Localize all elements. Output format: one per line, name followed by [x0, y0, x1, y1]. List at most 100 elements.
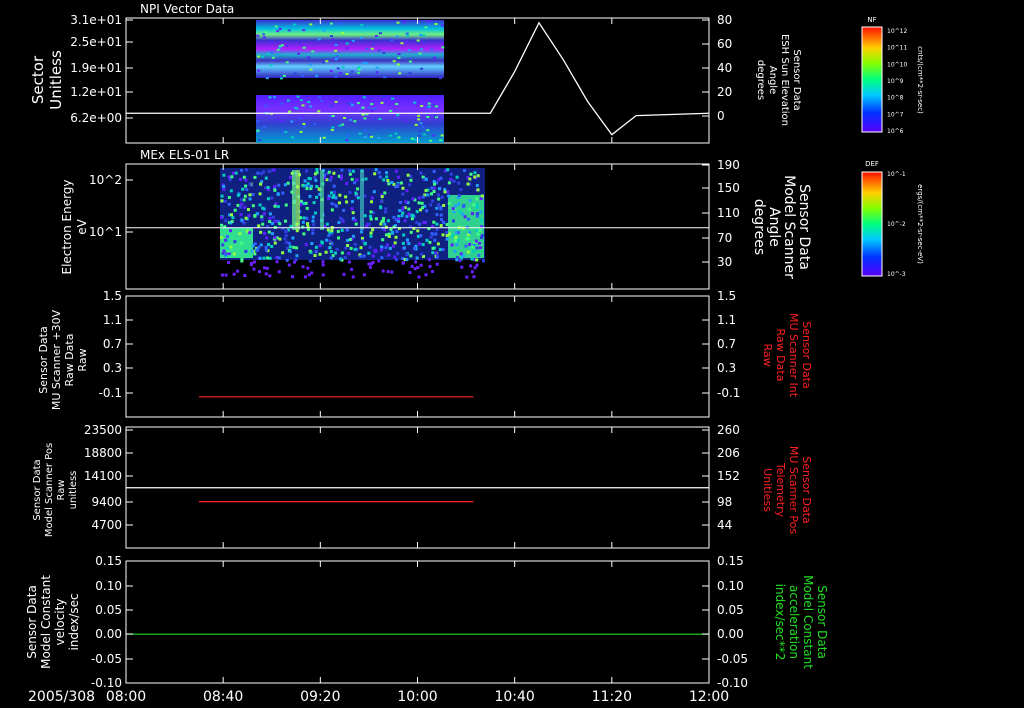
right-tick-label: 30	[717, 255, 732, 269]
colorbar-nf-label: 10^9	[887, 78, 904, 85]
right-tick-label: 150	[717, 181, 740, 195]
left-tick-label: 9400	[91, 495, 122, 509]
colorbar-nf-label: 10^8	[887, 95, 904, 102]
colorbar-nf-title: NF	[867, 16, 876, 24]
svg-text:Model Scanner Pos: Model Scanner Pos	[44, 443, 55, 537]
colorbar-def-label: 10^-1	[887, 171, 906, 178]
svg-text:Raw Data: Raw Data	[63, 334, 76, 387]
svg-text:MU Scanner +30V: MU Scanner +30V	[50, 309, 63, 410]
svg-text:Sensor Data: Sensor Data	[815, 585, 829, 659]
right-tick-label: 1.1	[717, 313, 736, 327]
colorbar-def-label: 10^-2	[887, 221, 906, 228]
svg-text:Model Constant: Model Constant	[801, 575, 815, 669]
svg-text:degrees: degrees	[751, 199, 767, 255]
left-tick-label: 1.1	[103, 313, 122, 327]
left-tick-label: 23500	[84, 423, 122, 437]
panel5-frame	[125, 560, 710, 684]
right-tick-label: -0.10	[717, 676, 748, 690]
left-tick-label: 18800	[84, 446, 122, 460]
chart-canvas: NPI Vector Data MEx ELS-01 LR Sector Uni…	[25, 2, 924, 705]
right-tick-label: 0.05	[717, 603, 744, 617]
svg-text:Angle: Angle	[766, 207, 782, 247]
left-tick-label: 2.5e+01	[70, 35, 122, 49]
svg-text:unitless: unitless	[68, 471, 79, 510]
svg-text:Raw: Raw	[56, 479, 67, 500]
svg-text:Unitless: Unitless	[47, 50, 65, 110]
svg-text:Electron Energy: Electron Energy	[60, 179, 74, 274]
right-tick-label: 0.7	[717, 337, 736, 351]
left-tick-label: 0.05	[95, 603, 122, 617]
colorbar-nf-label: 10^6	[887, 128, 904, 135]
left-tick-label: 1.2e+01	[70, 85, 122, 99]
svg-text:Raw: Raw	[761, 343, 774, 366]
panel5-right-label: Sensor Data Model Constant acceleration …	[773, 575, 829, 669]
right-tick-label: 1.5	[717, 289, 736, 303]
svg-text:Sensor Data: Sensor Data	[796, 184, 812, 270]
time-tick-label: 08:00	[106, 689, 146, 705]
right-tick-label: -0.05	[717, 652, 748, 666]
svg-text:Sector: Sector	[29, 55, 47, 104]
right-tick-label: 0.3	[717, 361, 736, 375]
svg-text:Sensor Data: Sensor Data	[25, 585, 39, 659]
colorbar-nf: NF cnts/(cm**2-sr-sec) 10^12 10^11 10^10 10…	[861, 16, 924, 135]
svg-text:Sensor Data: Sensor Data	[800, 321, 813, 388]
right-tick-label: 0.00	[717, 627, 744, 641]
left-tick-label: 0.7	[103, 337, 122, 351]
svg-text:Raw: Raw	[76, 348, 89, 371]
panel2-left-label: Electron Energy eV	[60, 179, 89, 274]
time-tick-label: 12:00	[689, 689, 729, 705]
panel4-left-label: Sensor Data Model Scanner Pos Raw unitle…	[32, 443, 79, 537]
right-tick-label: -0.1	[717, 386, 740, 400]
left-tick-label: -0.1	[99, 386, 122, 400]
time-tick-label: 09:20	[300, 689, 340, 705]
panel3-frame	[125, 295, 710, 418]
right-tick-label: 260	[717, 423, 740, 437]
right-tick-label: 0	[717, 109, 725, 123]
right-tick-label: 20	[717, 85, 732, 99]
time-tick-label: 11:20	[592, 689, 632, 705]
colorbar-nf-label: 10^7	[887, 111, 904, 118]
colorbar-def-label: 10^-3	[887, 271, 906, 278]
svg-text:Telemetry: Telemetry	[774, 462, 787, 518]
panel2-right-label: Sensor Data Model Scanner Angle degrees	[751, 175, 812, 279]
right-tick-label: 98	[717, 495, 732, 509]
svg-text:acceleration: acceleration	[787, 585, 801, 659]
panel2-title: MEx ELS-01 LR	[140, 148, 229, 162]
left-tick-label: -0.10	[91, 676, 122, 690]
svg-text:MU Scanner Pos: MU Scanner Pos	[787, 446, 800, 535]
svg-text:degrees: degrees	[755, 60, 766, 100]
panel3-left-label: Sensor Data MU Scanner +30V Raw Data Raw	[37, 309, 89, 410]
svg-text:Sensor Data: Sensor Data	[32, 459, 43, 520]
right-tick-label: 190	[717, 158, 740, 172]
left-tick-label: 4700	[91, 518, 122, 532]
svg-text:Model Scanner: Model Scanner	[781, 175, 797, 279]
right-tick-label: 0.10	[717, 579, 744, 593]
colorbar-def-unit: ergs/(cm**2-sr-sec-eV)	[916, 184, 924, 264]
svg-text:Sensor Data: Sensor Data	[800, 456, 813, 523]
svg-text:ESH Sun Elevation: ESH Sun Elevation	[779, 34, 790, 126]
colorbar-def: DEF ergs/(cm**2-sr-sec-eV) 10^-1 10^-2 10^…	[861, 160, 924, 278]
panel5-left-label: Sensor Data Model Constant velocity inde…	[25, 575, 81, 669]
time-tick-label: 10:40	[494, 689, 534, 705]
left-tick-label: 0.10	[95, 579, 122, 593]
right-tick-label: 80	[717, 13, 732, 27]
colorbar-nf-label: 10^10	[887, 61, 907, 68]
right-tick-label: 40	[717, 61, 732, 75]
colorbar-def-title: DEF	[865, 160, 879, 168]
right-tick-label: 44	[717, 518, 732, 532]
left-tick-label: 1.5	[103, 289, 122, 303]
time-axis-date: 2005/308	[28, 689, 95, 705]
colorbar-nf-label: 10^11	[887, 45, 907, 52]
svg-text:Raw Data: Raw Data	[774, 329, 787, 382]
left-tick-label: 14100	[84, 469, 122, 483]
els-spectrogram	[220, 168, 485, 279]
right-tick-label: 0.15	[717, 554, 744, 568]
time-tick-label: 08:40	[203, 689, 243, 705]
panel1-right-label: Sensor Data ESH Sun Elevation Angle degr…	[755, 34, 802, 126]
npi-spectrogram	[256, 20, 445, 143]
left-tick-label: 0.15	[95, 554, 122, 568]
svg-text:velocity: velocity	[53, 599, 67, 646]
time-tick-label: 10:00	[397, 689, 437, 705]
colorbar-nf-unit: cnts/(cm**2-sr-sec)	[916, 46, 924, 114]
left-tick-label: 0.3	[103, 361, 122, 375]
